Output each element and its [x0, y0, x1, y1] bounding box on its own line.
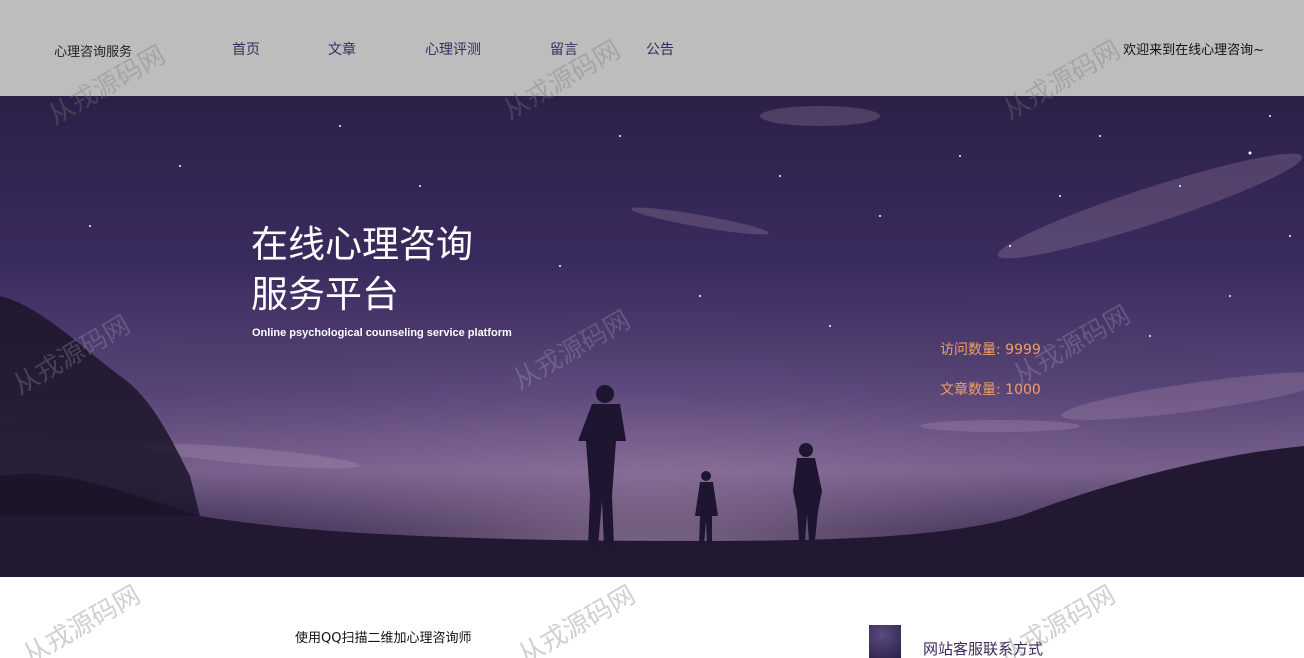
nav-item-articles[interactable]: 文章	[328, 39, 356, 59]
nav-item-assessment[interactable]: 心理评测	[425, 39, 481, 59]
article-count: 文章数量: 1000	[940, 382, 1041, 398]
hero-title-line2: 服务平台	[251, 273, 399, 316]
nav-item-messages[interactable]: 留言	[550, 39, 578, 59]
qq-scan-text: 使用QQ扫描二维加心理咨询师	[295, 631, 472, 646]
top-navbar: 心理咨询服务 首页 文章 心理评测 留言 公告 欢迎来到在线心理咨询~	[0, 0, 1304, 96]
welcome-text: 欢迎来到在线心理咨询~	[1123, 43, 1264, 58]
page: 心理咨询服务 首页 文章 心理评测 留言 公告 欢迎来到在线心理咨询~ 在线心理…	[0, 0, 1304, 658]
hero-night-sky-image	[0, 96, 1304, 577]
visit-count: 访问数量: 9999	[940, 342, 1041, 358]
site-brand[interactable]: 心理咨询服务	[54, 41, 132, 60]
hero-title: 在线心理咨询 服务平台	[251, 220, 473, 320]
contact-section: 使用QQ扫描二维加心理咨询师 网站客服联系方式	[0, 577, 1304, 658]
service-thumbnail	[869, 625, 901, 658]
nav-item-announcements[interactable]: 公告	[646, 39, 674, 59]
customer-service-text: 网站客服联系方式	[923, 640, 1044, 658]
hero-title-line1: 在线心理咨询	[251, 223, 473, 266]
hero-subtitle: Online psychological counseling service …	[252, 327, 512, 339]
hero-banner: 在线心理咨询 服务平台 Online psychological counsel…	[0, 96, 1304, 577]
nav-item-home[interactable]: 首页	[232, 39, 260, 59]
